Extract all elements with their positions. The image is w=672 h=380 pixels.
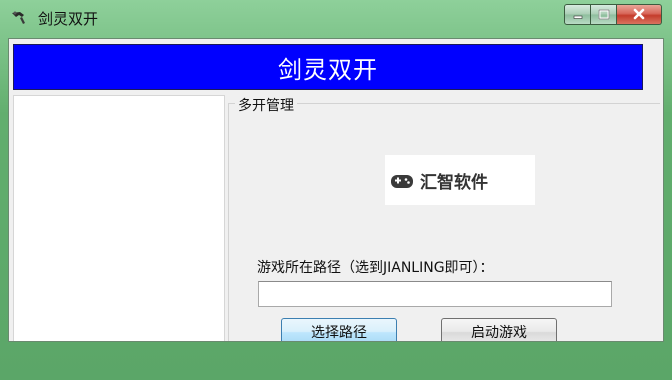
header-banner: 剑灵双开: [13, 44, 643, 90]
client-area: 剑灵双开 多开管理 汇智软件 游戏所在路径（选到JIANLING即可）： 选择路…: [8, 38, 664, 342]
watermark-text: 汇智软件: [420, 172, 488, 193]
caption-buttons: [564, 4, 662, 26]
group-title: 多开管理: [235, 95, 297, 115]
instance-list-panel[interactable]: [13, 95, 225, 341]
minimize-icon: [572, 5, 584, 24]
game-path-input[interactable]: [258, 281, 612, 307]
close-icon: [632, 5, 646, 24]
header-title: 剑灵双开: [278, 55, 378, 84]
select-path-button[interactable]: 选择路径: [281, 318, 397, 341]
status-bar: [0, 343, 672, 380]
start-game-button[interactable]: 启动游戏: [441, 318, 557, 341]
gamepad-icon: [389, 167, 415, 193]
maximize-button[interactable]: [591, 4, 617, 25]
close-button[interactable]: [617, 4, 662, 25]
watermark: 汇智软件: [385, 155, 535, 205]
app-sword-icon: [10, 9, 30, 27]
minimize-button[interactable]: [564, 4, 591, 25]
maximize-icon: [598, 5, 610, 24]
window-title: 剑灵双开: [38, 10, 99, 28]
title-bar[interactable]: 剑灵双开: [0, 0, 672, 36]
path-label: 游戏所在路径（选到JIANLING即可）：: [257, 260, 494, 276]
